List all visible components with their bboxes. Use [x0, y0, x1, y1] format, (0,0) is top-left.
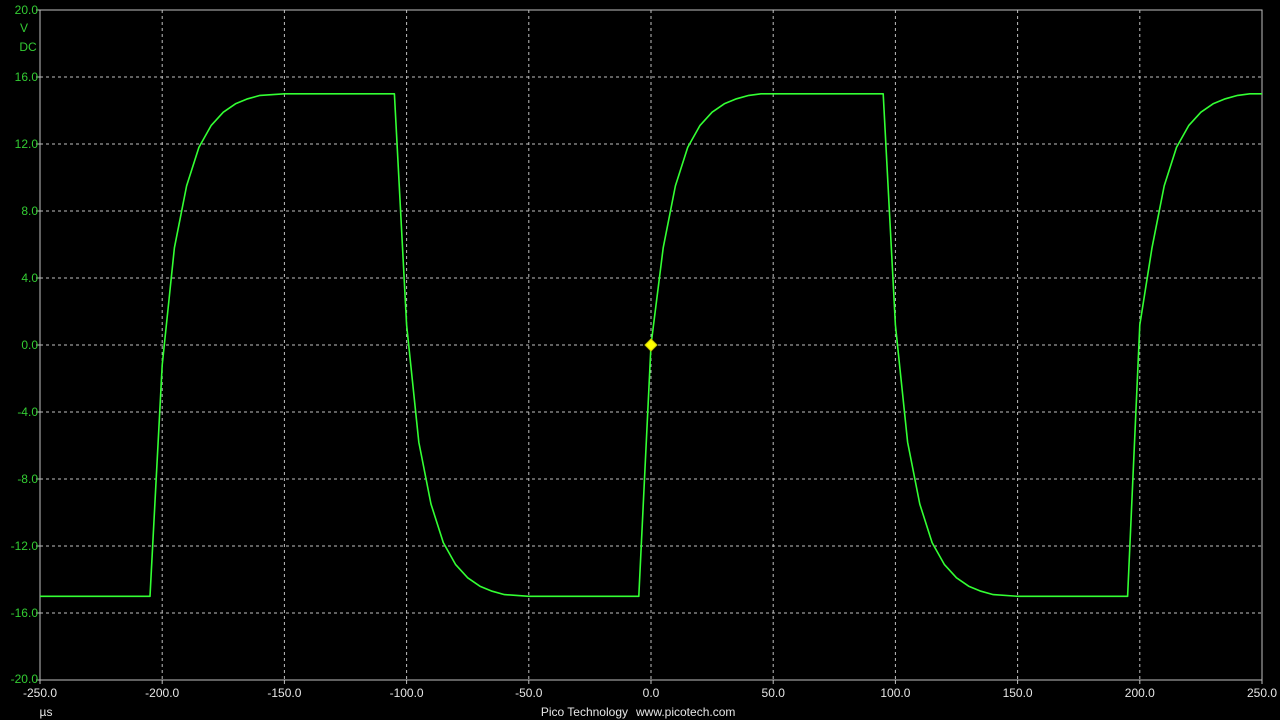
- y-tick-label: -16.0: [11, 606, 39, 620]
- y-tick-label: 16.0: [15, 70, 39, 84]
- x-tick-label: -200.0: [145, 686, 179, 700]
- x-axis-ticks: -250.0 -200.0 -150.0 -100.0 -50.0 0.0 50.0 100.…: [23, 680, 1277, 700]
- y-axis-unit-label: V: [20, 21, 28, 35]
- oscilloscope-display: 20.0 16.0 12.0 8.0 4.0 0.0 -4.0 -8.0 -12.0 -16.0 -…: [11, 3, 1278, 719]
- footer-website[interactable]: www.picotech.com: [635, 705, 735, 719]
- trigger-layer: [644, 338, 658, 352]
- x-tick-label: 250.0: [1247, 686, 1277, 700]
- y-axis-ticks: 20.0 16.0 12.0 8.0 4.0 0.0 -4.0 -8.0 -12.0 -16.0 -…: [11, 3, 40, 686]
- x-tick-label: 150.0: [1003, 686, 1033, 700]
- y-tick-label: -8.0: [17, 472, 38, 486]
- x-tick-label: 100.0: [880, 686, 910, 700]
- y-tick-label: 4.0: [21, 271, 38, 285]
- y-tick-label: -20.0: [11, 672, 39, 686]
- footer-company-name: Pico Technology: [541, 705, 628, 719]
- trigger-marker-icon[interactable]: [644, 338, 658, 352]
- y-tick-label: 8.0: [21, 204, 38, 218]
- x-tick-label: 0.0: [643, 686, 660, 700]
- y-tick-label: -4.0: [17, 405, 38, 419]
- x-tick-label: -150.0: [267, 686, 301, 700]
- y-axis-coupling-label: DC: [19, 40, 37, 54]
- x-tick-label: 50.0: [762, 686, 786, 700]
- x-tick-label: -100.0: [390, 686, 424, 700]
- x-tick-label: 200.0: [1125, 686, 1155, 700]
- y-tick-label: -12.0: [11, 539, 39, 553]
- y-tick-label: 12.0: [15, 137, 39, 151]
- x-axis-unit-label: µs: [40, 705, 53, 719]
- y-tick-label: 0.0: [21, 338, 38, 352]
- x-tick-label: -250.0: [23, 686, 57, 700]
- x-tick-label: -50.0: [515, 686, 543, 700]
- y-tick-label: 20.0: [15, 3, 39, 17]
